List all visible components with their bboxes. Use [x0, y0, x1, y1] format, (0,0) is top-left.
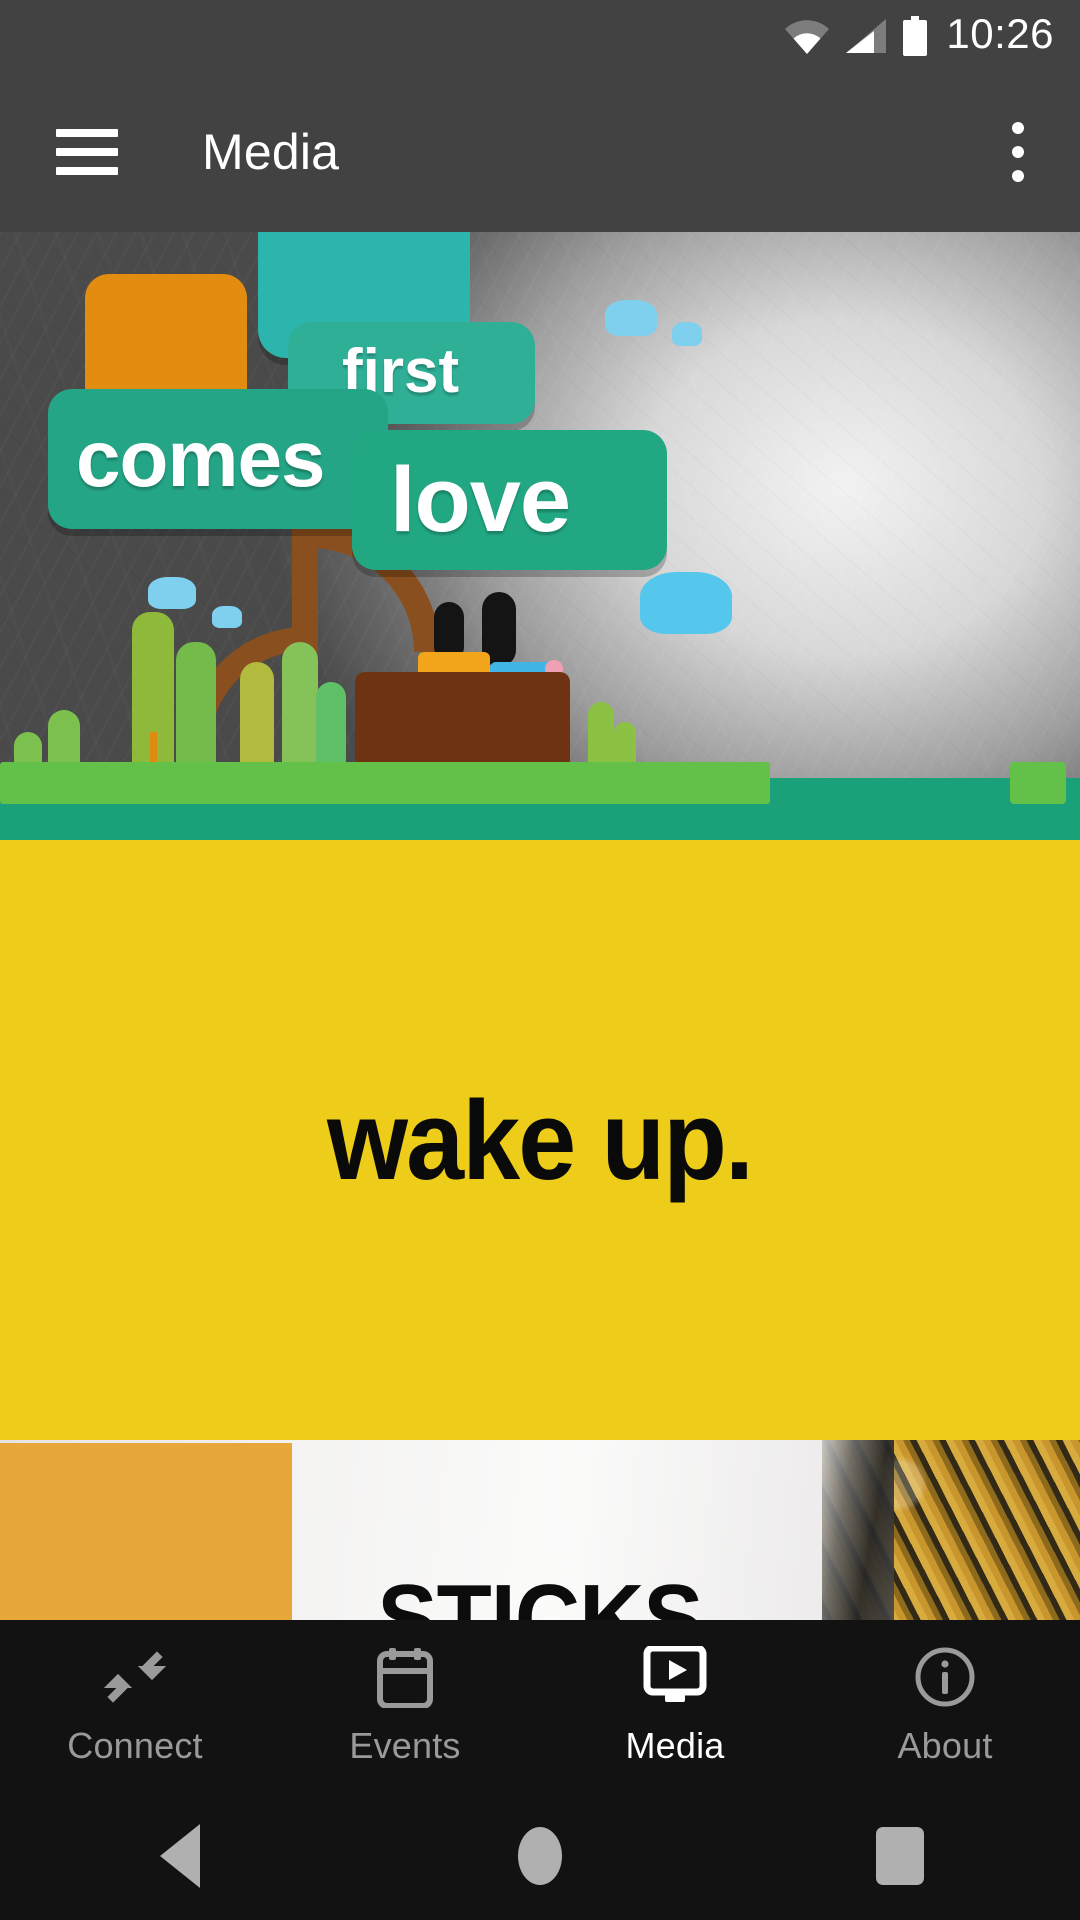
grass-front-layer [1010, 762, 1066, 804]
nav-item-media[interactable]: Media [540, 1620, 810, 1792]
overflow-menu-icon[interactable] [1012, 122, 1024, 182]
page-title: Media [202, 124, 340, 180]
nav-label-media: Media [625, 1725, 725, 1766]
media-play-screen-icon [643, 1645, 707, 1709]
battery-full-icon [903, 16, 928, 56]
grass-front-layer [570, 762, 770, 804]
nav-label-about: About [897, 1725, 993, 1766]
home-button[interactable] [450, 1792, 630, 1920]
status-bar-clock: 10:26 [946, 10, 1054, 57]
recents-button[interactable] [810, 1792, 990, 1920]
cloud-icon [605, 300, 657, 336]
media-card-sticks[interactable]: STICKS [0, 1440, 1080, 1628]
hanging-sign-love: love [352, 430, 667, 570]
sticks-title: STICKS [377, 1565, 703, 1628]
app-bar: Media [0, 72, 1080, 232]
phone-screen: 10:26 Media first comes love wake up. ST… [0, 0, 1080, 1920]
hanging-sign-comes: comes [48, 389, 388, 529]
hamburger-menu-icon[interactable] [56, 129, 118, 175]
connect-arrows-icon [104, 1645, 166, 1709]
cloud-icon [148, 577, 196, 609]
bottom-navigation-bar: Connect Events Media About [0, 1620, 1080, 1792]
nav-item-connect[interactable]: Connect [0, 1620, 270, 1792]
media-card-wake-up[interactable]: wake up. [0, 840, 1080, 1440]
media-card-first-comes-love[interactable]: first comes love [0, 232, 1080, 840]
info-circle-icon [914, 1645, 976, 1709]
nav-label-events: Events [349, 1725, 461, 1766]
cloud-icon [212, 606, 242, 628]
nav-item-events[interactable]: Events [270, 1620, 540, 1792]
bench-back [355, 672, 570, 772]
back-button[interactable] [90, 1792, 270, 1920]
android-system-nav [0, 1792, 1080, 1920]
nav-item-about[interactable]: About [810, 1620, 1080, 1792]
cloud-icon [672, 322, 702, 346]
wake-up-title: wake up. [327, 1077, 754, 1203]
sign-word-comes: comes [76, 414, 325, 503]
cloud-icon [640, 572, 732, 634]
sign-word-love: love [390, 449, 571, 551]
nav-label-connect: Connect [67, 1725, 203, 1766]
cellular-signal-icon [846, 19, 887, 53]
wifi-icon [785, 20, 830, 54]
media-feed-list[interactable]: first comes love wake up. STICKS [0, 232, 1080, 1628]
status-bar: 10:26 [0, 0, 1080, 72]
calendar-icon [376, 1645, 434, 1709]
grass-front-layer [0, 762, 640, 804]
